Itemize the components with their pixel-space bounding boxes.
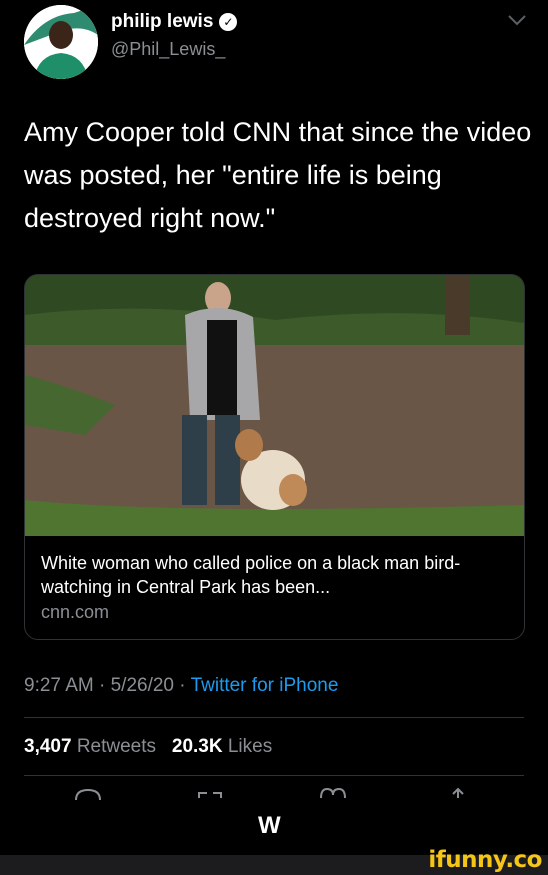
divider — [24, 717, 524, 718]
retweet-icon[interactable] — [195, 786, 225, 800]
card-image — [25, 275, 524, 536]
like-icon[interactable] — [318, 786, 348, 800]
retweets-label: Retweets — [76, 736, 157, 757]
verified-icon: ✓ — [219, 13, 238, 31]
card-title: White woman who called police on a black… — [41, 553, 461, 597]
watermark: ifunny.co — [428, 847, 542, 873]
tweet-time[interactable]: 9:27 AM — [24, 675, 94, 696]
tweet-meta: 9:27 AM · 5/26/20 · Twitter for iPhone — [24, 675, 338, 697]
tweet-date[interactable]: 5/26/20 — [111, 675, 174, 696]
bottom-caption: W — [258, 812, 281, 839]
separator: · — [179, 675, 186, 696]
likes-label: Likes — [227, 736, 273, 757]
avatar-image — [24, 5, 98, 79]
retweets-stat[interactable]: 3,407 Retweets — [24, 736, 161, 757]
user-handle[interactable]: @Phil_Lewis_ — [111, 39, 225, 60]
retweets-count: 3,407 — [24, 736, 72, 757]
separator: · — [99, 675, 106, 696]
likes-count: 20.3K — [171, 736, 223, 757]
avatar[interactable] — [24, 5, 98, 79]
share-icon[interactable] — [443, 786, 473, 800]
card-domain: cnn.com — [41, 602, 110, 622]
tweet-text: Amy Cooper told CNN that since the video… — [24, 117, 532, 233]
action-bar — [0, 786, 548, 806]
display-name[interactable]: philip lewis ✓ — [111, 11, 238, 33]
divider — [24, 775, 524, 776]
tweet-source[interactable]: Twitter for iPhone — [191, 675, 339, 696]
chevron-down-icon[interactable] — [506, 13, 528, 27]
likes-stat[interactable]: 20.3K Likes — [172, 736, 272, 757]
reply-icon[interactable] — [73, 786, 103, 800]
tweet-stats: 3,407 Retweets 20.3K Likes — [24, 736, 272, 758]
link-card[interactable]: White woman who called police on a black… — [24, 274, 525, 640]
display-name-text: philip lewis — [111, 11, 214, 32]
